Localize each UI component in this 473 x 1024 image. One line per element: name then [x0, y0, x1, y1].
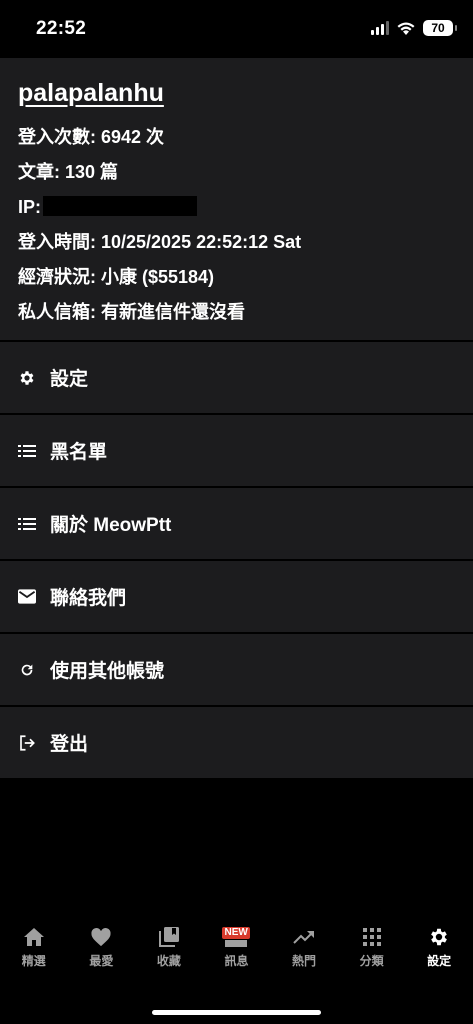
economy-status: 經濟狀況: 小康 ($55184) — [18, 267, 215, 287]
menu-label: 黑名單 — [50, 442, 108, 463]
tab-label: 訊息 — [224, 954, 249, 968]
status-time: 22:52 — [36, 18, 87, 39]
menu-item-logout[interactable]: 登出 — [0, 707, 473, 778]
tab-categories[interactable]: 分類 — [338, 925, 405, 985]
menu-item-switch-account[interactable]: 使用其他帳號 — [0, 634, 473, 705]
tab-messages[interactable]: NEW 訊息 — [203, 925, 270, 985]
login-time: 登入時間: 10/25/2025 22:52:12 Sat — [18, 232, 302, 252]
heart-icon — [89, 925, 113, 949]
tab-label: 熱門 — [292, 954, 317, 968]
logout-icon — [18, 734, 36, 752]
tab-favorites[interactable]: 最愛 — [68, 925, 135, 985]
tab-label: 設定 — [427, 954, 452, 968]
trending-icon — [292, 925, 316, 949]
new-icon: NEW — [222, 925, 250, 949]
gear-icon — [427, 925, 451, 949]
login-count: 登入次數: 6942 次 — [18, 127, 165, 147]
menu-item-about[interactable]: 關於 MeowPtt — [0, 488, 473, 559]
mailbox-status: 私人信箱: 有新進信件還沒看 — [18, 302, 245, 322]
article-count: 文章: 130 篇 — [18, 162, 119, 182]
ip-redaction — [43, 196, 198, 217]
list-icon — [18, 442, 36, 460]
menu-label: 設定 — [50, 369, 89, 390]
cellular-signal-icon — [371, 21, 389, 35]
menu-item-blacklist[interactable]: 黑名單 — [0, 415, 473, 486]
status-bar: 22:52 70 — [0, 0, 473, 58]
list-icon — [18, 515, 36, 533]
menu-label: 使用其他帳號 — [50, 661, 165, 682]
wifi-icon — [397, 22, 415, 35]
tab-label: 最愛 — [89, 954, 114, 968]
library-icon — [157, 925, 181, 949]
profile-card: palapalanhu 登入次數: 6942 次 文章: 130 篇 IP: 登… — [0, 58, 473, 340]
grid-icon — [360, 925, 384, 949]
menu-item-settings[interactable]: 設定 — [0, 342, 473, 413]
gear-icon — [18, 369, 36, 387]
home-indicator[interactable] — [152, 1010, 321, 1015]
tab-label: 精選 — [21, 954, 46, 968]
username[interactable]: palapalanhu — [18, 78, 455, 108]
menu-item-contact[interactable]: 聯絡我們 — [0, 561, 473, 632]
menu-label: 聯絡我們 — [50, 588, 127, 609]
ip-row: IP: — [18, 190, 455, 225]
tab-label: 分類 — [359, 954, 384, 968]
tab-trending[interactable]: 熱門 — [271, 925, 338, 985]
home-icon — [22, 925, 46, 949]
new-badge: NEW — [222, 927, 250, 939]
refresh-icon — [18, 661, 36, 679]
ip-label: IP: — [18, 197, 42, 217]
menu-label: 登出 — [50, 734, 89, 755]
tab-collection[interactable]: 收藏 — [135, 925, 202, 985]
tab-featured[interactable]: 精選 — [0, 925, 67, 985]
battery-icon: 70 — [423, 20, 457, 36]
tab-settings[interactable]: 設定 — [406, 925, 473, 985]
menu-label: 關於 MeowPtt — [50, 515, 172, 536]
tab-bar: 精選 最愛 收藏 NEW 訊息 熱門 分類 設定 — [0, 925, 473, 985]
status-icons: 70 — [371, 20, 457, 36]
tab-label: 收藏 — [156, 954, 181, 968]
settings-menu: 設定 黑名單 關於 MeowPtt 聯絡我們 使用其他帳號 登出 — [0, 342, 473, 780]
mail-icon — [18, 588, 36, 606]
